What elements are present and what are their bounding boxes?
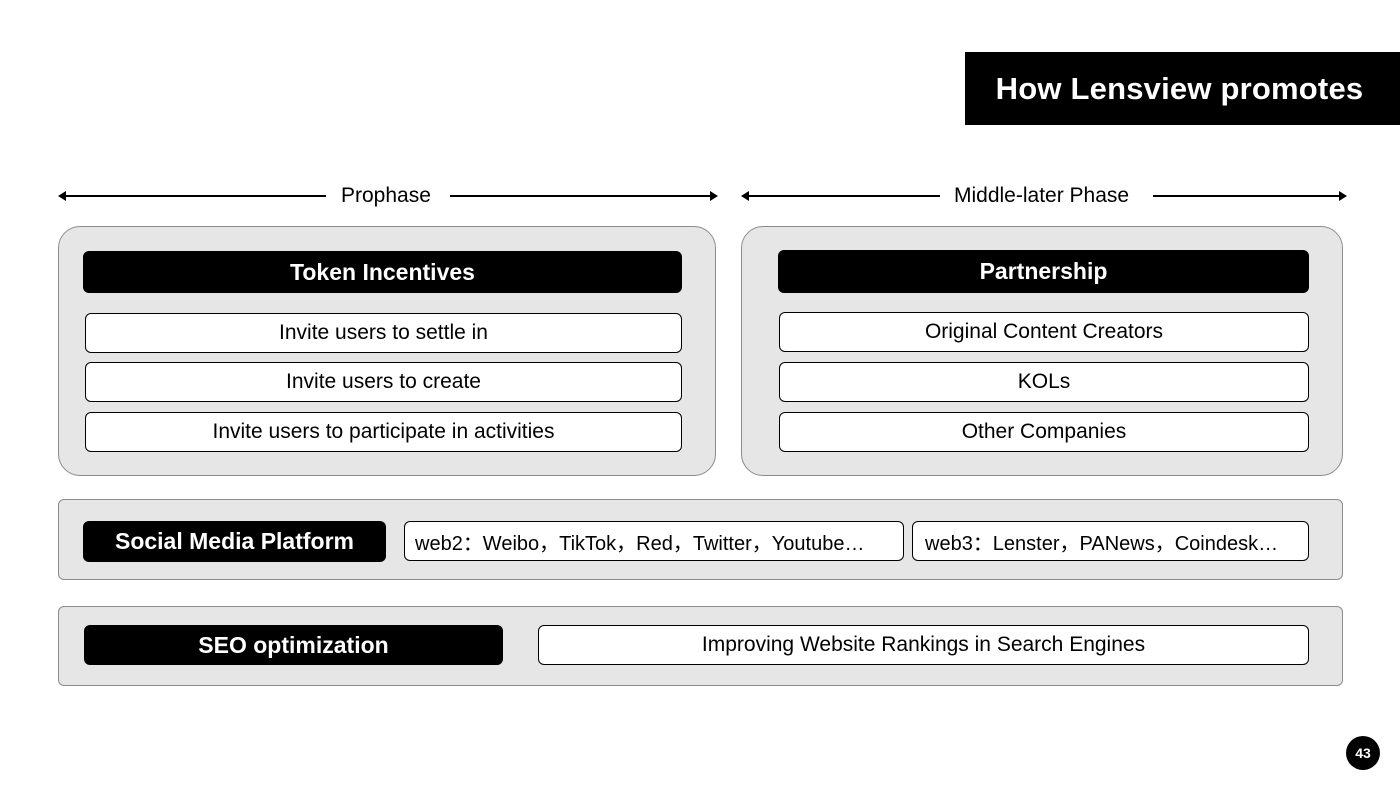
social-media-heading-text: Social Media Platform	[114, 528, 354, 554]
slide-title: How Lensview promotes	[965, 52, 1400, 125]
partnership-item: Original Content Creators	[779, 312, 1309, 352]
page-number-text: 43	[1355, 745, 1371, 761]
web2-platforms-box: web2：Weibo，TikTok，Red，Twitter，Youtube…	[404, 521, 904, 561]
timeline-line	[450, 195, 712, 197]
timeline-line	[1153, 195, 1341, 197]
middle-later-phase-label: Middle-later Phase	[954, 184, 1130, 207]
partnership-heading-text: Partnership	[979, 258, 1108, 284]
partnership-item: KOLs	[779, 362, 1309, 402]
slide-title-text: How Lensview promotes	[995, 70, 1364, 106]
social-media-heading: Social Media Platform	[83, 521, 386, 562]
arrow-right-icon	[1339, 191, 1347, 201]
partnership-heading: Partnership	[778, 250, 1309, 293]
page-number-badge: 43	[1346, 736, 1380, 770]
seo-description-box: Improving Website Rankings in Search Eng…	[538, 625, 1309, 665]
middle-later-phase-timeline: Middle-later Phase	[741, 182, 1347, 210]
seo-heading: SEO optimization	[84, 625, 503, 665]
partnership-item: Other Companies	[779, 412, 1309, 452]
token-incentive-item: Invite users to participate in activitie…	[85, 412, 682, 452]
token-incentive-item: Invite users to create	[85, 362, 682, 402]
token-incentives-heading: Token Incentives	[83, 251, 682, 293]
timeline-line	[64, 195, 326, 197]
prophase-label: Prophase	[341, 184, 431, 207]
prophase-timeline: Prophase	[58, 182, 718, 210]
token-incentive-item: Invite users to settle in	[85, 313, 682, 353]
timeline-line	[747, 195, 940, 197]
web3-platforms-box: web3：Lenster，PANews，Coindesk…	[912, 521, 1309, 561]
arrow-right-icon	[710, 191, 718, 201]
seo-heading-text: SEO optimization	[198, 631, 389, 658]
token-incentives-heading-text: Token Incentives	[290, 258, 475, 285]
